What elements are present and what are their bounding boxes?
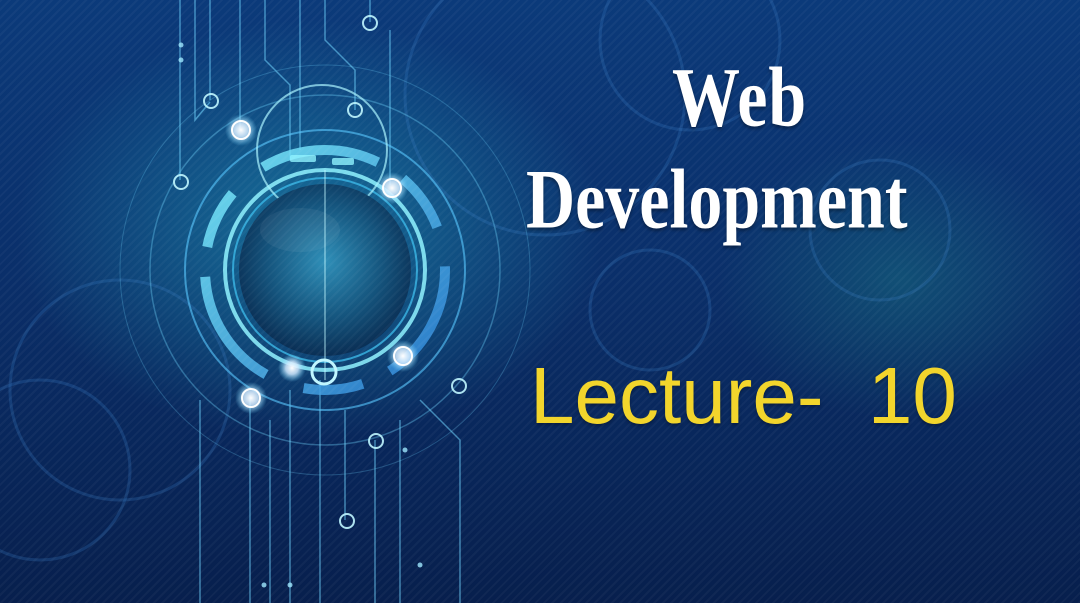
slide-title-line-2: Development: [526, 151, 908, 247]
lecture-subtitle: Lecture- 10: [530, 351, 957, 440]
slide-canvas: Web Development Lecture- 10: [0, 0, 1080, 603]
slide-title-line-1: Web: [672, 49, 808, 145]
circuit-lens-graphic: [0, 0, 952, 603]
